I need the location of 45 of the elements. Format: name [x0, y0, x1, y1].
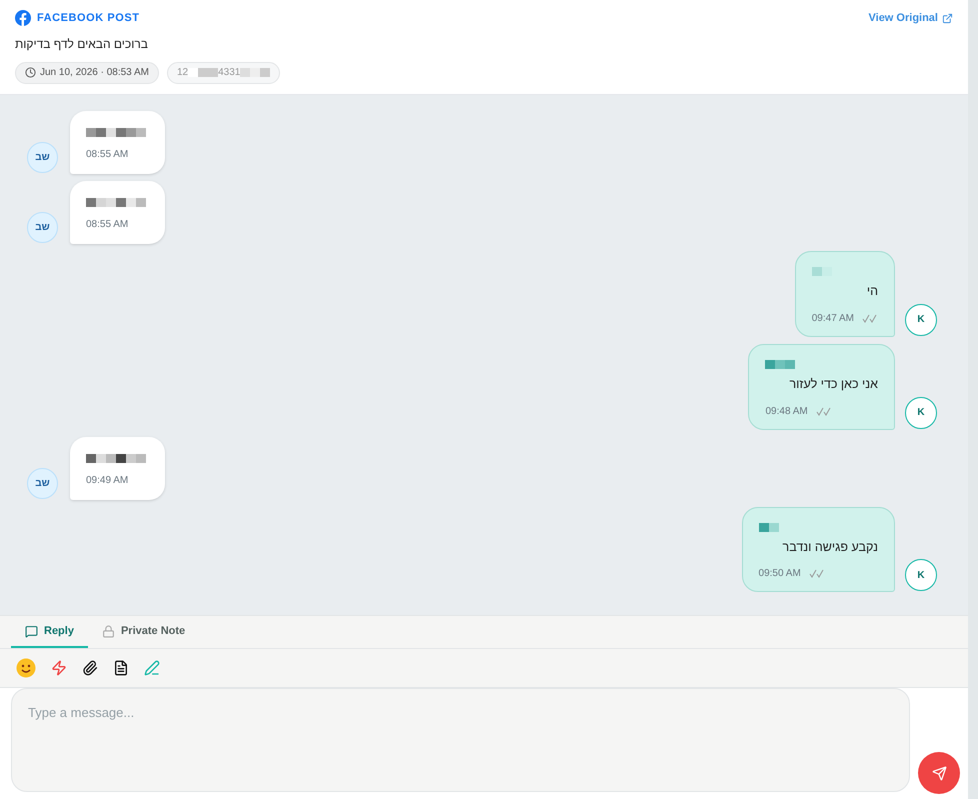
- facebook-logo-icon: [15, 10, 31, 26]
- redacted-block: [240, 68, 270, 77]
- double-check-icon: [862, 314, 878, 323]
- message-time: 08:55 AM: [86, 218, 130, 232]
- double-check-icon: [816, 406, 832, 416]
- message-text: אני כאן כדי לעזור: [788, 376, 878, 393]
- post-id-text: 4331: [218, 66, 240, 80]
- lock-icon: [102, 624, 115, 638]
- post-title: ברוכים הבאים לדף בדיקות: [15, 36, 148, 52]
- redacted-sender: [86, 198, 149, 207]
- external-link-icon: [942, 12, 953, 24]
- lightning-icon[interactable]: [51, 660, 67, 676]
- contact-avatar: שב: [27, 142, 58, 173]
- agent-avatar: K: [905, 559, 937, 592]
- message-time: 08:55 AM: [86, 148, 130, 162]
- composer-tab[interactable]: Private Note: [88, 616, 200, 648]
- contact-avatar: שב: [27, 212, 58, 243]
- paperclip-icon[interactable]: [82, 660, 98, 676]
- view-original-link[interactable]: View Original: [868, 10, 953, 26]
- redacted-sender: [812, 267, 832, 276]
- redacted-sender: [758, 522, 779, 532]
- timestamp-text: Jun 10, 2026 · 08:53 AM: [40, 66, 149, 80]
- message-time: 09:48 AM: [765, 404, 808, 418]
- document-icon[interactable]: [113, 660, 129, 676]
- message-time: 09:50 AM: [758, 567, 801, 582]
- send-icon: [932, 766, 946, 780]
- redacted-block: [188, 68, 218, 77]
- contact-avatar: שב: [27, 468, 58, 498]
- double-check-icon: [808, 569, 825, 578]
- redacted-sender: [86, 128, 149, 137]
- message-text: הי: [866, 283, 878, 300]
- post-source: FACEBOOK POST: [37, 11, 140, 26]
- agent-avatar: K: [905, 396, 937, 428]
- message-time: 09:49 AM: [86, 474, 130, 488]
- agent-avatar: K: [905, 304, 937, 336]
- smiley-icon[interactable]: [16, 658, 36, 678]
- send-button[interactable]: [918, 752, 960, 794]
- message-time: 09:47 AM: [812, 312, 854, 326]
- post-id-text: 12: [176, 66, 188, 80]
- message-input-field[interactable]: Type a message...: [11, 688, 910, 792]
- redacted-sender: [86, 454, 149, 462]
- message-text: נקבע פגישה ונדבר: [782, 538, 878, 556]
- clock-icon: [25, 67, 36, 78]
- redacted-sender: [765, 360, 796, 369]
- speech-bubble-icon: [25, 624, 38, 638]
